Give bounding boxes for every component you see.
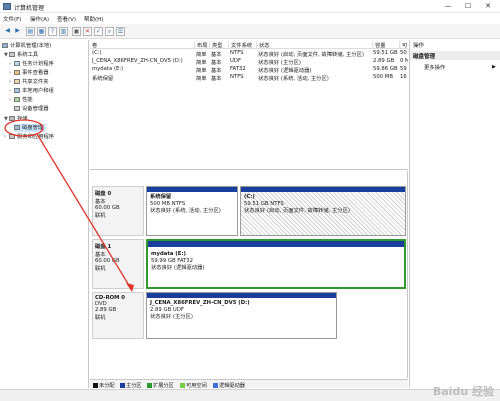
tree-item-performance[interactable]: › 性能 [9, 96, 33, 104]
storage-icon [9, 116, 15, 121]
column-filesystem[interactable]: 文件系统 [228, 41, 252, 49]
device-icon [14, 106, 20, 111]
table-row[interactable]: 系统保留 简单 基本 NTFS 状态良好 (系统, 活动, 主分区) 500 M… [90, 74, 408, 82]
actions-section-disk-management[interactable]: 磁盘管理 [410, 51, 500, 60]
column-free[interactable]: 可 [399, 41, 407, 49]
users-icon [14, 88, 20, 93]
help-icon[interactable]: ? [48, 27, 57, 36]
disk-1-label[interactable]: 磁盘 1 基本 60.00 GB 联机 [92, 239, 144, 289]
close-button[interactable]: ✕ [478, 1, 498, 12]
menu-bar: 文件(F) 操作(A) 查看(V) 帮助(H) [0, 13, 500, 24]
title-bar: 计算机管理 — ☐ ✕ [0, 0, 500, 13]
navigation-tree: 计算机管理(本地) ▼ 系统工具 › 任务计划程序 › 事件查看器 › 共享文件夹 › 本… [0, 40, 89, 388]
table-row[interactable]: J_CENA_X86FREV_ZH-CN_DV5 (D:) 简单 基本 UDF … [90, 58, 408, 66]
list-icon[interactable]: ☰ [116, 27, 125, 36]
tree-item-device-manager[interactable]: 设备管理器 [14, 105, 49, 113]
legend: 未分配 主分区 扩展分区 可用空间 逻辑驱动器 [90, 379, 408, 389]
minimize-button[interactable]: — [438, 1, 458, 12]
event-icon [14, 70, 20, 75]
tree-item-services-apps[interactable]: › 服务和应用程序 [4, 133, 54, 141]
legend-logical: 逻辑驱动器 [213, 382, 245, 389]
up-folder-icon[interactable]: ▤ [26, 27, 35, 36]
column-volume[interactable]: 卷 [90, 41, 97, 49]
actions-header: 操作 [410, 40, 500, 49]
column-capacity[interactable]: 容量 [372, 41, 386, 49]
computer-management-icon [3, 3, 11, 10]
status-bar [0, 389, 500, 401]
legend-free-space: 可用空间 [180, 382, 207, 389]
disk-0-label[interactable]: 磁盘 0 基本 60.00 GB 联机 [92, 186, 144, 236]
computer-icon [2, 43, 8, 48]
forward-arrow-icon[interactable]: ▶ [13, 27, 22, 36]
legend-primary: 主分区 [120, 382, 142, 389]
tree-item-shared-folders[interactable]: › 共享文件夹 [9, 78, 49, 86]
menu-view[interactable]: 查看(V) [57, 15, 76, 23]
check-icon[interactable]: ✓ [94, 27, 103, 36]
tree-item-storage[interactable]: ▼ 存储 [4, 115, 28, 123]
column-type[interactable]: 类型 [209, 41, 223, 49]
legend-extended: 扩展分区 [147, 382, 174, 389]
tree-item-task-scheduler[interactable]: › 任务计划程序 [9, 60, 54, 68]
column-status[interactable]: 状态 [256, 41, 270, 49]
legend-unallocated: 未分配 [93, 382, 115, 389]
tree-item-local-users[interactable]: › 本地用户和组 [9, 87, 54, 95]
maximize-button[interactable]: ☐ [458, 1, 478, 12]
partition-d[interactable]: J_CENA_X86FREV_ZH-CN_DV5 (D:) 2.89 GB UD… [146, 292, 337, 339]
menu-action[interactable]: 操作(A) [30, 15, 49, 23]
delete-icon[interactable]: ✕ [83, 27, 92, 36]
search-icon[interactable]: ⌕ [105, 27, 114, 36]
clock-icon [14, 61, 20, 66]
tools-icon [9, 52, 15, 57]
menu-help[interactable]: 帮助(H) [84, 15, 103, 23]
disk-management-icon [14, 125, 20, 130]
performance-icon [14, 97, 20, 102]
column-layout[interactable]: 布局 [194, 41, 208, 49]
tree-item-computer-management[interactable]: 计算机管理(本地) [2, 42, 51, 50]
folder-icon [14, 79, 20, 84]
services-icon [9, 134, 15, 139]
partition-c[interactable]: (C:) 59.51 GB NTFS 状态良好 (启动, 页面文件, 故障转储,… [240, 186, 406, 236]
more-actions-item[interactable]: 更多操作 [424, 63, 445, 71]
toolbar: ◀ ▶ ▤ ▦ ? ▥ ▣ ✕ ✓ ⌕ ☰ [0, 24, 500, 39]
tree-item-system-tools[interactable]: ▼ 系统工具 [4, 51, 38, 59]
disk-icon[interactable]: ▣ [72, 27, 81, 36]
tree-item-event-viewer[interactable]: › 事件查看器 [9, 69, 49, 77]
menu-file[interactable]: 文件(F) [3, 15, 21, 23]
panel-icon[interactable]: ▥ [59, 27, 68, 36]
partition-e[interactable]: mydata (E:) 59.99 GB FAT32 状态良好 (逻辑驱动器) [146, 239, 406, 289]
tree-item-disk-management[interactable]: 磁盘管理 [14, 124, 47, 132]
table-row[interactable]: (C:) 简单 基本 NTFS 状态良好 (启动, 页面文件, 故障转储, 主分… [90, 50, 408, 58]
table-row[interactable]: mydata (E:) 简单 基本 FAT32 状态良好 (逻辑驱动器) 59.… [90, 66, 408, 74]
disk-map: 磁盘 0 基本 60.00 GB 联机 系统保留 500 MB NTFS 状态良… [90, 171, 408, 378]
back-arrow-icon[interactable]: ◀ [3, 27, 12, 36]
partition-system-reserved[interactable]: 系统保留 500 MB NTFS 状态良好 (系统, 活动, 主分区) [146, 186, 238, 236]
window-title: 计算机管理 [14, 5, 45, 12]
properties-icon[interactable]: ▦ [37, 27, 46, 36]
chevron-right-icon[interactable]: ▶ [492, 64, 496, 70]
cdrom-0-label[interactable]: CD-ROM 0 DVD 2.89 GB 联机 [92, 292, 144, 339]
volume-table: 卷 布局 类型 文件系统 状态 容量 可 (C:) 简单 基本 NTFS 状态良… [90, 40, 408, 170]
watermark: Baidu 经验 [432, 385, 494, 398]
table-header: 卷 布局 类型 文件系统 状态 容量 可 [90, 40, 408, 49]
actions-pane: 操作 磁盘管理 更多操作 ▶ [409, 40, 500, 388]
